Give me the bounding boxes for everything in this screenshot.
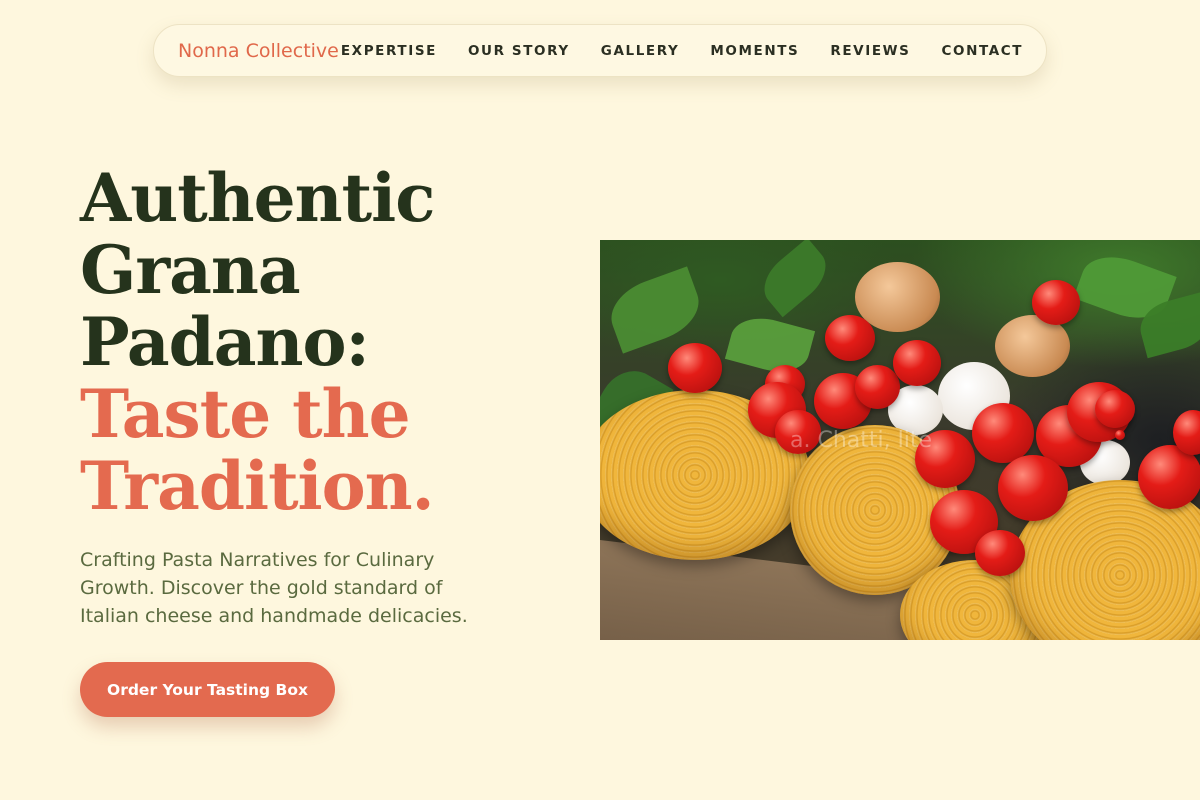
cherry-tomato [825,315,875,361]
page: Nonna Collective EXPERTISE OUR STORY GAL… [0,0,1200,800]
cherry-tomato [975,530,1025,576]
hero-subtitle: Crafting Pasta Narratives for Culinary G… [80,549,468,627]
cherry-tomato [1032,280,1080,325]
cherry-tomato [855,365,900,409]
nav-link-moments[interactable]: MOMENTS [710,43,799,59]
cherry-tomato [1095,390,1135,428]
headline-line: Grana [80,231,301,309]
cherry-tomato [998,455,1068,521]
nav-link-contact[interactable]: CONTACT [941,43,1023,59]
cherry-tomato [893,340,941,386]
hero-headline: Authentic Grana Padano: Taste the Tradit… [80,162,560,522]
headline-line: Authentic [80,159,435,237]
basil-leaf [724,310,816,380]
nav-link-gallery[interactable]: GALLERY [601,43,680,59]
headline-accent-line: Taste the [80,375,411,453]
image-watermark: a. Chatti, lite [790,428,932,453]
headline-line: Padano: [80,303,370,381]
nav-links: EXPERTISE OUR STORY GALLERY MOMENTS REVI… [341,43,1023,59]
order-tasting-box-button[interactable]: Order Your Tasting Box [80,662,335,717]
cherry-tomato [668,343,722,393]
brand-logo-link[interactable]: Nonna Collective [178,40,339,62]
hero-food-image: a. Chatti, lite [600,240,1200,640]
cherry-tomato [972,403,1034,463]
top-navigation: Nonna Collective EXPERTISE OUR STORY GAL… [153,24,1047,77]
headline-accent-line: Tradition. [80,447,435,525]
nav-link-expertise[interactable]: EXPERTISE [341,43,437,59]
basil-leaf [753,240,837,318]
nav-link-our-story[interactable]: OUR STORY [468,43,570,59]
cherry-tomato [1115,430,1125,440]
nav-link-reviews[interactable]: REVIEWS [830,43,910,59]
basil-leaf [602,266,708,354]
